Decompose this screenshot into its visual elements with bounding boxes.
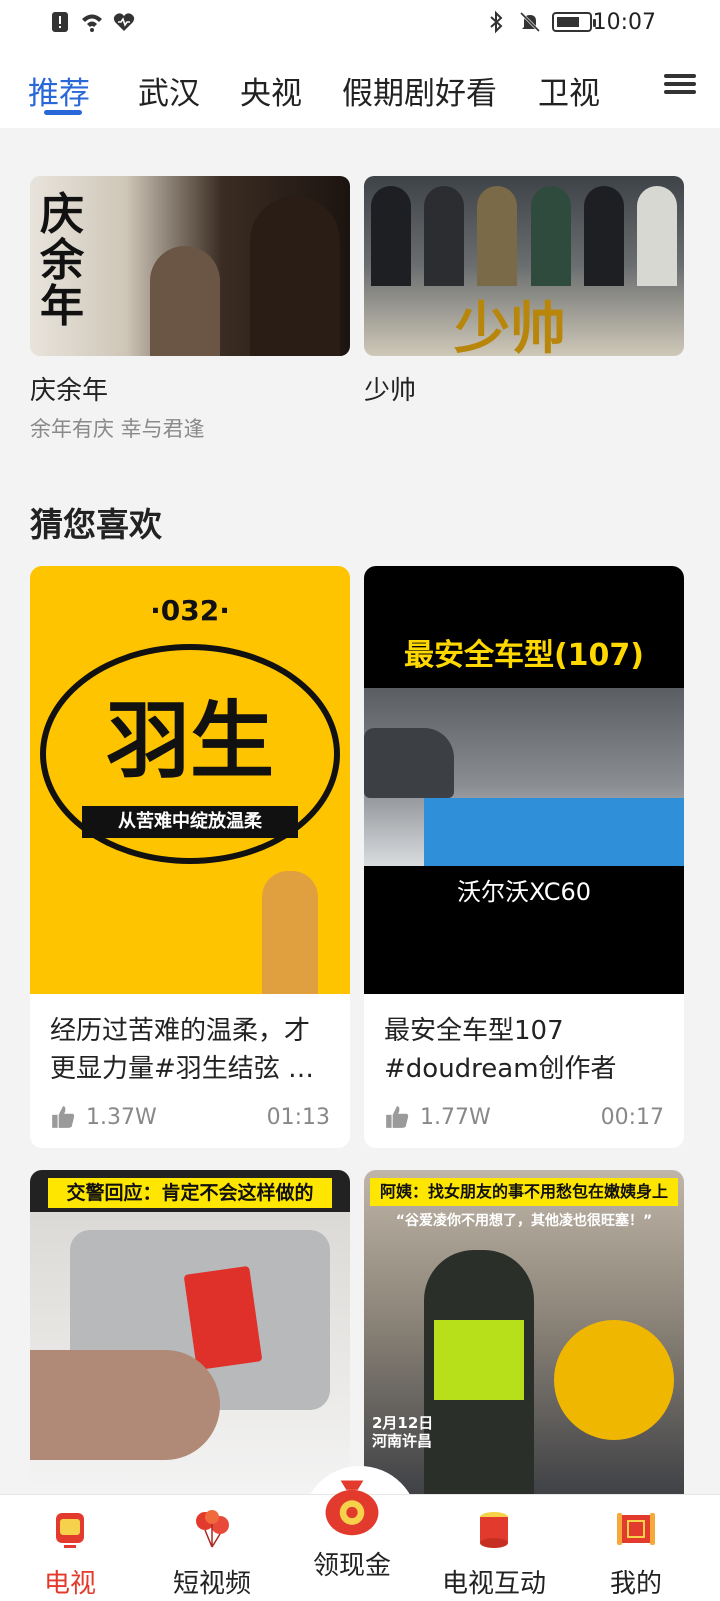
status-right-icons (484, 10, 596, 34)
thumb-hand (30, 1350, 220, 1460)
nav-short-video-label: 短视频 (172, 1569, 251, 1599)
active-tab-indicator (44, 110, 82, 115)
tab-holiday-drama[interactable]: 假期剧好看 (342, 68, 497, 113)
thumbs-up-icon[interactable] (50, 1104, 76, 1130)
thumbs-up-icon[interactable] (384, 1104, 410, 1130)
thumb-mascot (262, 871, 318, 994)
status-time: 10:07 (592, 10, 656, 35)
thumb-big-text: 羽生 (105, 692, 274, 790)
featured-poster: 庆余年 (30, 176, 350, 356)
poster-figure (150, 246, 220, 356)
sim-alert-icon (52, 12, 68, 32)
featured-subtitle: 余年有庆 幸与君逢 (30, 417, 205, 441)
scroll-icon (617, 1513, 655, 1545)
tab-satellite-tv[interactable]: 卫视 (538, 68, 600, 113)
poster-figure (250, 196, 340, 356)
video-duration: 01:13 (266, 1104, 330, 1130)
featured-title[interactable]: 少帅 (364, 370, 684, 407)
thumb-red-envelope (183, 1265, 263, 1371)
like-count: 1.77W (420, 1104, 491, 1130)
battery-icon (552, 12, 596, 32)
drum-icon (480, 1512, 508, 1548)
video-card[interactable]: 最安全车型(107) 沃尔沃XC60 最安全车型107 #doudream创作者… (364, 566, 684, 1148)
menu-icon[interactable] (664, 70, 696, 98)
video-card[interactable]: 交警回应：肯定不会这样做的 (30, 1170, 350, 1500)
video-thumbnail: 最安全车型(107) 沃尔沃XC60 (364, 566, 684, 994)
nav-cash-label: 领现金 (312, 1551, 391, 1581)
nav-cash[interactable]: 领现金 (282, 1471, 422, 1582)
featured-title[interactable]: 庆余年 (30, 370, 350, 407)
featured-poster: 少帅 (364, 176, 684, 356)
thumb-number: ·032· (150, 594, 230, 627)
poster-title-art: 少帅 (454, 296, 566, 356)
tab-wuhan[interactable]: 武汉 (138, 68, 200, 113)
nav-mine-label: 我的 (609, 1569, 662, 1599)
video-thumbnail: ·032· 羽生 从苦难中绽放温柔 (30, 566, 350, 994)
thumb-helmet (554, 1320, 674, 1440)
thumb-caption: 沃尔沃XC60 (457, 878, 591, 906)
thumb-car (364, 728, 454, 798)
nav-tv-interaction-label: 电视互动 (441, 1569, 546, 1599)
mute-bell-icon (519, 11, 541, 33)
poster-figures (364, 186, 684, 286)
thumb-date: 2月12日 河南许昌 (372, 1414, 434, 1450)
section-title: 猜您喜欢 (30, 505, 162, 544)
video-card[interactable]: ·032· 羽生 从苦难中绽放温柔 经历过苦难的温柔，才更显力量#羽生结弦 … … (30, 566, 350, 1148)
tab-recommend[interactable]: 推荐 (28, 68, 90, 113)
thumb-headline: 阿姨：找女朋友的事不用愁包在嫩姨身上 (370, 1178, 678, 1206)
thumb-subline: “谷爱凌你不用想了，其他凌也很旺塞！” (395, 1213, 653, 1229)
featured-card[interactable]: 庆余年 庆余年 余年有庆 幸与君逢 (30, 176, 350, 443)
like-count: 1.37W (86, 1104, 157, 1130)
nav-mine[interactable]: 我的 (566, 1507, 706, 1600)
nav-short-video[interactable]: 短视频 (142, 1507, 282, 1600)
bottom-nav: 电视 短视频 领现金 电视互动 我的 (0, 1480, 720, 1601)
tv-lantern-icon (56, 1513, 84, 1548)
status-bar: 10:07 (0, 0, 720, 48)
thumb-tagline: 从苦难中绽放温柔 (82, 806, 298, 838)
heart-rate-icon (113, 13, 135, 32)
wifi-icon (82, 14, 102, 32)
thumb-headline: 交警回应：肯定不会这样做的 (48, 1178, 332, 1208)
nav-tv-label: 电视 (43, 1569, 96, 1599)
thumb-scene (364, 688, 684, 866)
status-left-icons (48, 10, 136, 34)
top-nav: 推荐 武汉 央视 假期剧好看 卫视 (0, 48, 720, 128)
bluetooth-icon (490, 10, 503, 34)
poster-title-art: 庆余年 (40, 189, 84, 332)
video-meta: 1.37W 01:13 (50, 1100, 330, 1134)
featured-card[interactable]: 少帅 少帅 (364, 176, 684, 407)
nav-tv[interactable]: 电视 (0, 1507, 140, 1600)
video-card[interactable]: 阿姨：找女朋友的事不用愁包在嫩姨身上 “谷爱凌你不用想了，其他凌也很旺塞！” 2… (364, 1170, 684, 1500)
thumb-headline: 最安全车型(107) (403, 638, 645, 673)
video-title[interactable]: 经历过苦难的温柔，才更显力量#羽生结弦 … (30, 994, 350, 1088)
money-bag-icon (325, 1480, 379, 1536)
balloon-icon (196, 1510, 229, 1548)
thumb-vest (434, 1320, 524, 1400)
video-title[interactable]: 最安全车型107 #doudream创作者计… (364, 994, 684, 1088)
video-duration: 00:17 (600, 1104, 664, 1130)
thumb-barrier (424, 798, 684, 866)
video-meta: 1.77W 00:17 (384, 1100, 664, 1134)
nav-tv-interaction[interactable]: 电视互动 (424, 1507, 564, 1600)
tab-cctv[interactable]: 央视 (240, 68, 302, 113)
